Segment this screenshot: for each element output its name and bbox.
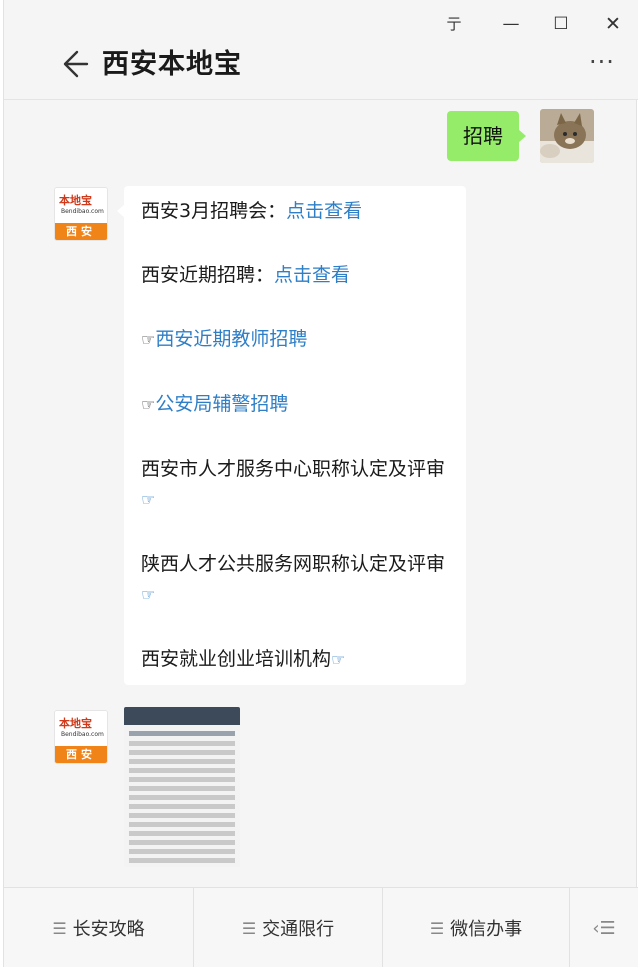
back-arrow-icon[interactable] (57, 48, 89, 80)
logo-domain: Bendibao.com (61, 208, 104, 215)
sent-message-bubble[interactable]: 招聘 (447, 111, 526, 161)
recent-jobs-link[interactable]: 点击查看 (274, 264, 350, 286)
logo-text: 本地宝 (59, 717, 92, 730)
minimize-icon[interactable]: — (496, 10, 526, 38)
logo-city: 西安 (55, 746, 107, 763)
logo-domain: Bendibao.com (61, 731, 104, 738)
logo-text: 本地宝 (59, 194, 92, 207)
chat-window: 亍 — ☐ ✕ 西安本地宝 ··· 招聘 本地宝 Bendibao.com 西安… (3, 0, 638, 967)
title-bar: 亍 — ☐ ✕ 西安本地宝 ··· (4, 0, 638, 100)
user-avatar[interactable] (540, 109, 594, 163)
pointing-hand-icon[interactable]: ☞ (331, 650, 345, 669)
pin-icon[interactable]: 亍 (439, 10, 469, 38)
more-options-icon[interactable]: ··· (584, 50, 620, 75)
pointing-hand-icon[interactable]: ☞ (141, 490, 155, 509)
menu-changan-guide[interactable]: ☰ 长安攻略 (4, 888, 194, 967)
close-icon[interactable]: ✕ (598, 10, 628, 38)
message-line-3: ☞西安近期教师招聘 (141, 324, 452, 355)
menu-lines-icon: ☰ (429, 918, 445, 938)
pointing-hand-icon: ☞ (141, 395, 156, 414)
official-account-avatar[interactable]: 本地宝 Bendibao.com 西安 (54, 710, 108, 764)
thumbnail-header (124, 707, 240, 725)
official-account-avatar[interactable]: 本地宝 Bendibao.com 西安 (54, 187, 108, 241)
chat-title: 西安本地宝 (102, 49, 242, 80)
keyboard-toggle-icon[interactable]: ‹☰ (570, 888, 638, 967)
bottom-menu-bar: ☰ 长安攻略 ☰ 交通限行 ☰ 微信办事 ‹☰ (4, 887, 638, 967)
received-message-bubble: 西安3月招聘会：点击查看 西安近期招聘：点击查看 ☞西安近期教师招聘 ☞公安局辅… (117, 186, 466, 685)
menu-traffic-restriction[interactable]: ☰ 交通限行 (194, 888, 383, 967)
cat-photo-icon (540, 109, 594, 163)
message-list: 招聘 本地宝 Bendibao.com 西安 西安3月招聘会：点击查看 西安近期… (4, 101, 638, 887)
pointing-hand-icon: ☞ (141, 330, 156, 349)
recruitment-fair-link[interactable]: 点击查看 (286, 200, 362, 222)
message-line-2: 西安近期招聘：点击查看 (141, 264, 351, 286)
message-line-4: ☞公安局辅警招聘 (141, 389, 452, 420)
message-line-7: 西安就业创业培训机构☞ (141, 648, 346, 670)
menu-lines-icon: ☰ (241, 918, 257, 938)
menu-lines-icon: ☰ (52, 918, 67, 938)
logo-city: 西安 (55, 223, 107, 240)
image-message-thumbnail[interactable] (124, 707, 240, 867)
auxiliary-police-link[interactable]: 公安局辅警招聘 (155, 393, 288, 415)
teacher-recruitment-link[interactable]: 西安近期教师招聘 (155, 328, 307, 350)
message-line-6: 陕西人才公共服务网职称认定及评审☞ (141, 553, 446, 604)
pointing-hand-icon[interactable]: ☞ (141, 585, 155, 604)
menu-wechat-services[interactable]: ☰ 微信办事 (383, 888, 570, 967)
message-line-1: 西安3月招聘会：点击查看 (141, 200, 363, 222)
message-line-5: 西安市人才服务中心职称认定及评审☞ (141, 458, 446, 509)
maximize-icon[interactable]: ☐ (546, 10, 576, 38)
